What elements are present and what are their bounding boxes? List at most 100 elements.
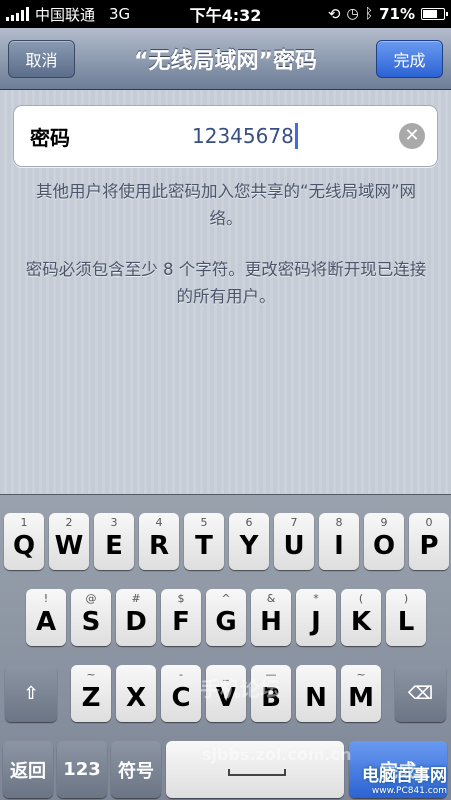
key-secondary-label: ~ xyxy=(86,668,96,681)
key-secondary-label: $ xyxy=(177,592,185,605)
key-secondary-label: # xyxy=(131,592,141,605)
key-u[interactable]: 7U xyxy=(274,513,314,570)
orientation-lock-icon: ⟲ xyxy=(327,5,341,23)
info-note-requirements: 密码必须包含至少 8 个字符。更改密码将断开现已连接的所有用户。 xyxy=(25,260,427,306)
space-bar-icon xyxy=(228,769,286,776)
password-text: 12345678 xyxy=(192,124,294,148)
key-letter-label: V xyxy=(215,683,237,713)
shift-key[interactable]: ⇧ xyxy=(5,665,57,722)
clear-text-icon[interactable]: ✕ xyxy=(399,123,425,149)
password-label: 密码 xyxy=(30,125,70,150)
key-w[interactable]: 2W xyxy=(49,513,89,570)
key-letter-label: G xyxy=(215,607,237,637)
key-j[interactable]: * J xyxy=(296,589,336,646)
key-letter-label: Z xyxy=(81,683,101,713)
key-letter-label: D xyxy=(125,607,147,637)
key-secondary-label: ^ xyxy=(221,592,231,605)
key-y[interactable]: 6Y xyxy=(229,513,269,570)
symbols-key[interactable]: 符号 xyxy=(111,741,161,798)
key-n[interactable]: N xyxy=(296,665,336,722)
key-secondary-label: 7 xyxy=(290,516,298,529)
done-button[interactable]: 完成 xyxy=(376,40,443,78)
key-secondary-label: * xyxy=(313,592,319,605)
key-i[interactable]: 8I xyxy=(319,513,359,570)
key-p[interactable]: 0P xyxy=(409,513,449,570)
key-x[interactable]: X xyxy=(116,665,156,722)
key-letter-label: Q xyxy=(12,531,36,561)
key-secondary-label: 0 xyxy=(425,516,433,529)
key-m[interactable]: ~ M xyxy=(341,665,381,722)
shift-icon: ⇧ xyxy=(23,683,39,704)
key-f[interactable]: $ F xyxy=(161,589,201,646)
key-v[interactable]: _ V xyxy=(206,665,246,722)
key-secondary-label: _ xyxy=(223,668,229,681)
password-input-value[interactable]: 12345678 xyxy=(192,106,298,166)
key-letter-label: T xyxy=(195,531,213,561)
status-bar: 中国联通 3G 下午4:32 ⟲ ◷ ᛒ 71% xyxy=(0,0,451,28)
symbols-key-label: 符号 xyxy=(118,760,154,782)
key-q[interactable]: 1Q xyxy=(4,513,44,570)
key-s[interactable]: @ S xyxy=(71,589,111,646)
key-letter-label: U xyxy=(283,531,305,561)
key-t[interactable]: 5T xyxy=(184,513,224,570)
key-secondary-label: - xyxy=(179,668,183,681)
content-area: 密码 12345678 ✕ 其他用户将使用此密码加入您共享的“无线局域网”网络。… xyxy=(0,90,451,494)
brand-watermark-url: www.PC841.com xyxy=(371,786,447,796)
key-secondary-label: 9 xyxy=(380,516,388,529)
key-letter-label: N xyxy=(305,683,327,713)
numbers-key[interactable]: 123 xyxy=(57,741,107,798)
key-letter-label: O xyxy=(372,531,396,561)
key-letter-label: W xyxy=(54,531,84,561)
password-field[interactable]: 密码 12345678 ✕ xyxy=(13,105,438,167)
back-key-label: 返回 xyxy=(10,760,46,782)
back-key[interactable]: 返回 xyxy=(3,741,53,798)
key-secondary-label: 1 xyxy=(20,516,28,529)
key-letter-label: L xyxy=(397,607,415,637)
key-secondary-label: ( xyxy=(358,592,364,605)
key-letter-label: H xyxy=(260,607,282,637)
key-a[interactable]: ! A xyxy=(26,589,66,646)
key-secondary-label: @ xyxy=(85,592,97,605)
key-secondary-label: ) xyxy=(403,592,409,605)
key-letter-label: P xyxy=(419,531,439,561)
cancel-button[interactable]: 取消 xyxy=(8,40,75,78)
alarm-icon: ◷ xyxy=(346,6,359,22)
key-k[interactable]: (K xyxy=(341,589,381,646)
key-secondary-label: & xyxy=(266,592,276,605)
key-b[interactable]: — B xyxy=(251,665,291,722)
brand-watermark-name: 电脑百事网 xyxy=(362,766,447,786)
key-letter-label: Y xyxy=(239,531,259,561)
key-letter-label: I xyxy=(334,531,344,561)
key-secondary-label: 5 xyxy=(200,516,208,529)
key-r[interactable]: 4R xyxy=(139,513,179,570)
key-o[interactable]: 9O xyxy=(364,513,404,570)
key-z[interactable]: ~ Z xyxy=(71,665,111,722)
key-letter-label: E xyxy=(105,531,123,561)
page-title: “无线局域网”密码 xyxy=(134,49,317,74)
key-h[interactable]: & H xyxy=(251,589,291,646)
key-letter-label: X xyxy=(125,683,147,713)
key-letter-label: C xyxy=(171,683,191,713)
space-key[interactable] xyxy=(166,741,344,798)
info-note-share: 其他用户将使用此密码加入您共享的“无线局域网”网络。 xyxy=(35,182,417,228)
key-c[interactable]: -C xyxy=(161,665,201,722)
backspace-icon: ⌫ xyxy=(407,683,434,704)
text-caret xyxy=(294,123,298,149)
key-letter-label: S xyxy=(81,607,101,637)
key-letter-label: K xyxy=(350,607,372,637)
key-g[interactable]: ^ G xyxy=(206,589,246,646)
key-letter-label: B xyxy=(261,683,281,713)
key-e[interactable]: 3E xyxy=(94,513,134,570)
key-letter-label: F xyxy=(172,607,190,637)
key-letter-label: J xyxy=(311,607,321,637)
navigation-bar: 取消 “无线局域网”密码 完成 xyxy=(0,28,451,90)
delete-key[interactable]: ⌫ xyxy=(395,665,446,722)
numbers-key-label: 123 xyxy=(63,759,101,780)
key-secondary-label: 2 xyxy=(65,516,73,529)
key-letter-label: M xyxy=(348,683,374,713)
key-l[interactable]: ) L xyxy=(386,589,426,646)
key-secondary-label: 8 xyxy=(335,516,343,529)
battery-percent: 71% xyxy=(379,5,415,23)
battery-icon xyxy=(421,8,448,20)
key-d[interactable]: # D xyxy=(116,589,156,646)
